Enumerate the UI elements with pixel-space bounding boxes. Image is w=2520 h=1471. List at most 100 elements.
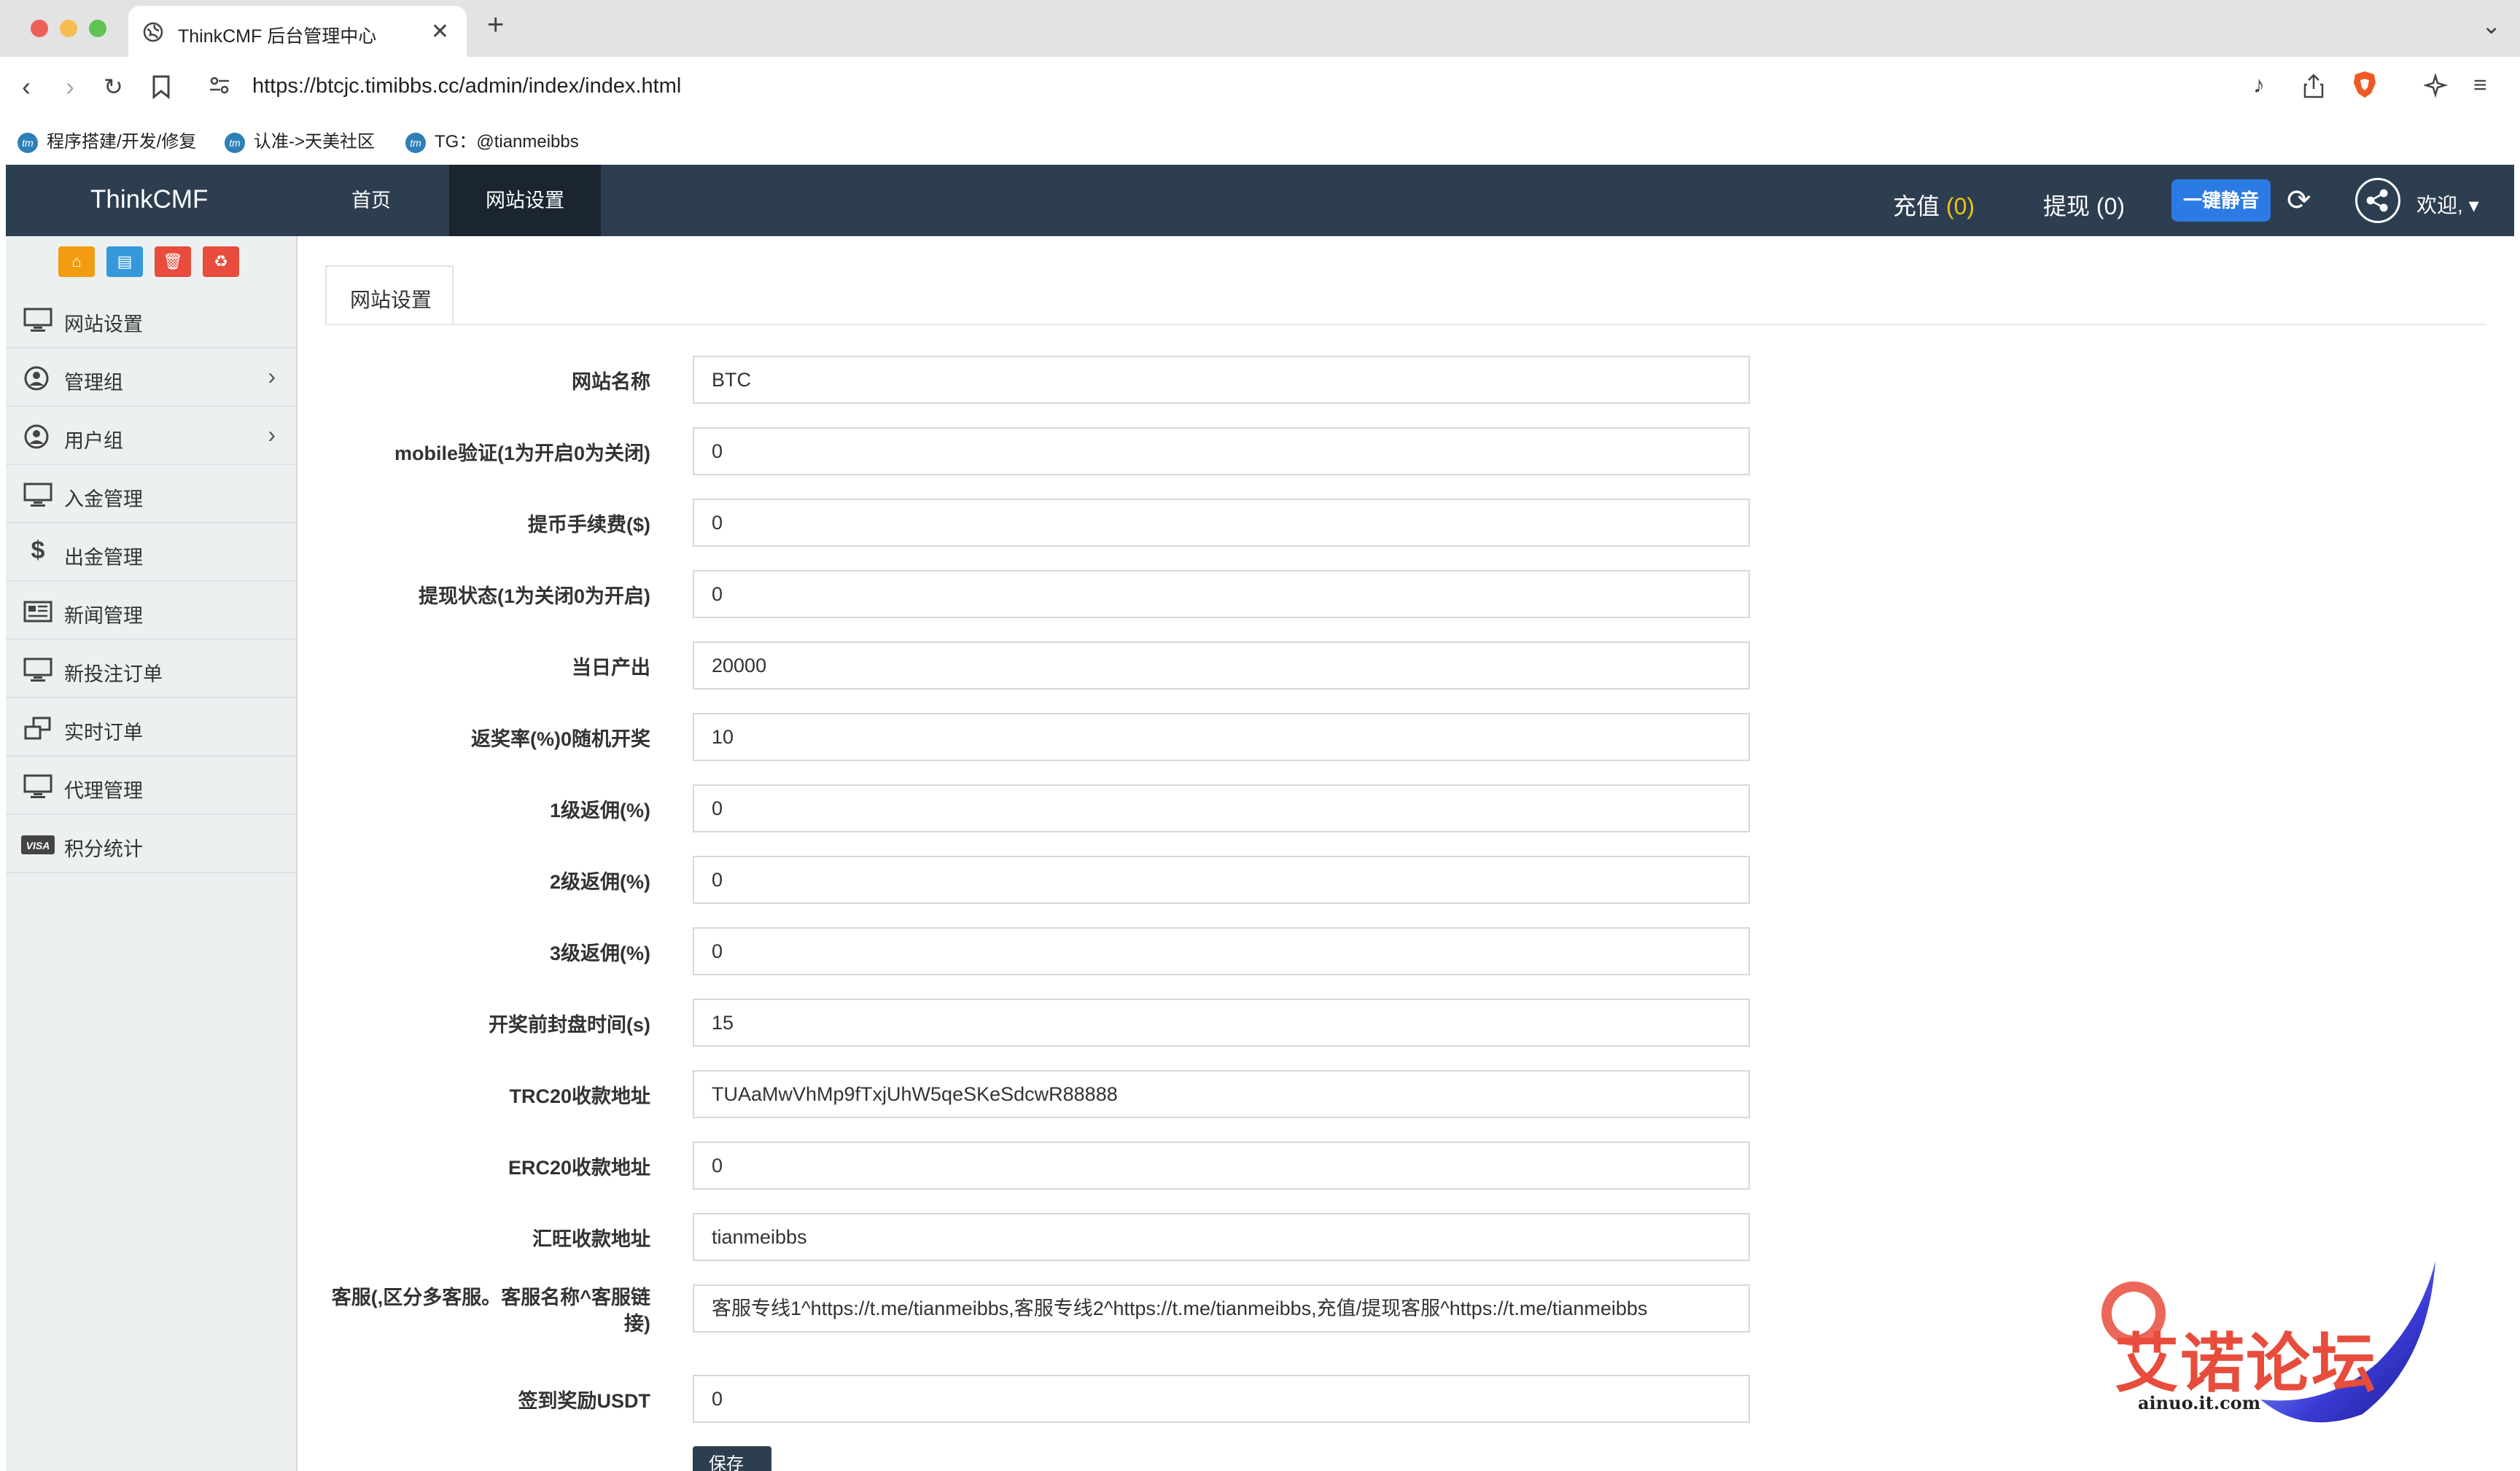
nav-home[interactable]: 首页	[315, 165, 427, 236]
level2-commission-input[interactable]: 0	[693, 856, 1750, 904]
sidebar-item-points[interactable]: VISA 积分统计	[6, 816, 296, 873]
site-logo-icon: tm	[225, 132, 245, 153]
home-icon[interactable]: ⌂	[58, 246, 95, 277]
monitor-icon	[23, 483, 52, 507]
customer-service-input[interactable]: 客服专线1^https://t.me/tianmeibbs,客服专线2^http…	[693, 1284, 1750, 1333]
form-row-huiwang-address: 汇旺收款地址 tianmeibbs	[325, 1213, 1784, 1263]
site-settings-icon[interactable]	[207, 73, 232, 98]
bookmark-item[interactable]: tm TG：@tianmeibbs	[405, 127, 579, 153]
chevron-right-icon: ›	[268, 421, 276, 448]
address-bar[interactable]: https://btcjc.timibbs.cc/admin/index/ind…	[252, 74, 681, 98]
sidebar-item-label: 管理组	[64, 372, 123, 394]
form-row-erc20-address: ERC20收款地址 0	[325, 1142, 1784, 1191]
sidebar-item-label: 新闻管理	[64, 605, 143, 627]
nav-site-settings[interactable]: 网站设置	[449, 165, 601, 236]
browser-toolbar: ‹ › ↻ https://btcjc.timibbs.cc/admin/ind…	[0, 57, 2520, 118]
brave-shield-icon[interactable]	[2352, 70, 2377, 99]
tab-site-settings[interactable]: 网站设置	[325, 265, 454, 325]
huiwang-address-input[interactable]: tianmeibbs	[693, 1213, 1750, 1261]
sidebar-item-site-settings[interactable]: 网站设置	[6, 292, 296, 348]
browser-tab[interactable]: ThinkCMF 后台管理中心 ✕	[128, 6, 467, 57]
new-tab-icon[interactable]: +	[487, 9, 504, 42]
trc20-address-input[interactable]: TUAaMwVhMp9fTxjUhW5qeSKeSdcwR88888	[693, 1070, 1750, 1118]
user-circle-icon	[24, 424, 49, 449]
field-label: mobile验证(1为开启0为关闭)	[394, 442, 650, 464]
sidebar-item-deposit[interactable]: 入金管理	[6, 467, 296, 523]
mobile-verify-input[interactable]: 0	[693, 427, 1750, 475]
field-label: 当日产出	[572, 657, 650, 679]
menu-icon[interactable]: ≡	[2473, 71, 2487, 98]
refresh-icon[interactable]: ⟳	[2287, 184, 2311, 217]
bookmark-item[interactable]: tm 程序搭建/开发/修复	[18, 127, 196, 153]
sidebar-item-news[interactable]: 新闻管理	[6, 583, 296, 640]
form-row-level3-commission: 3级返佣(%) 0	[325, 927, 1784, 977]
level1-commission-input[interactable]: 0	[693, 784, 1750, 832]
level3-commission-input[interactable]: 0	[693, 927, 1750, 975]
sidebar-item-label: 积分统计	[64, 838, 143, 860]
return-rate-input[interactable]: 10	[693, 713, 1750, 761]
browser-tab-bar: ThinkCMF 后台管理中心 ✕ + ⌄	[0, 0, 2520, 57]
watermark-title: 艾诺论坛	[2115, 1325, 2378, 1401]
field-label: 提币手续费($)	[528, 514, 650, 536]
maximize-window-button[interactable]	[89, 20, 106, 37]
field-label: 客服(,区分多客服。客服名称^客服链接)	[331, 1287, 650, 1335]
field-label: ERC20收款地址	[508, 1157, 650, 1179]
sidebar-item-realtime-orders[interactable]: 实时订单	[6, 700, 296, 757]
close-tab-icon[interactable]: ✕	[431, 19, 449, 44]
field-label: 3级返佣(%)	[549, 943, 650, 964]
form-row-site-name: 网站名称 BTC	[325, 356, 1784, 405]
user-circle-icon	[24, 366, 49, 391]
mute-all-button[interactable]: 一键静音	[2171, 179, 2271, 222]
sidebar-item-user-group[interactable]: 用户组 ›	[6, 408, 296, 465]
withdraw-count: (0)	[2096, 193, 2126, 219]
field-label: 开奖前封盘时间(s)	[489, 1014, 650, 1036]
field-label: 提现状态(1为关闭0为开启)	[418, 585, 650, 607]
bookmark-item[interactable]: tm 认准->天美社区	[225, 127, 375, 153]
globe-icon	[143, 22, 163, 42]
form-row-daily-output: 当日产出 20000	[325, 641, 1784, 691]
share-icon[interactable]	[2303, 73, 2325, 99]
sidebar: ⌂ ▤ 🗑 ♻ 网站设置 管理组 › 用户组 › 入金管理 $ 出金管理 新闻管…	[6, 236, 298, 1471]
file-icon[interactable]: ▤	[106, 246, 143, 277]
sidebar-item-label: 出金管理	[64, 547, 143, 569]
sidebar-item-new-bet-orders[interactable]: 新投注订单	[6, 641, 296, 698]
close-time-input[interactable]: 15	[693, 999, 1750, 1047]
forward-icon[interactable]: ›	[66, 71, 74, 102]
recycle-icon[interactable]: ♻	[203, 246, 239, 277]
sidebar-item-agent[interactable]: 代理管理	[6, 758, 296, 815]
chevron-down-icon[interactable]: ⌄	[2481, 12, 2501, 39]
close-window-button[interactable]	[31, 20, 48, 37]
erc20-address-input[interactable]: 0	[693, 1142, 1750, 1190]
bookmark-label: 程序搭建/开发/修复	[47, 132, 197, 152]
tab-divider	[325, 324, 2486, 325]
bookmark-icon[interactable]	[152, 74, 171, 99]
form-row-customer-service: 客服(,区分多客服。客服名称^客服链接) 客服专线1^https://t.me/…	[325, 1284, 1784, 1357]
form-row-close-time: 开奖前封盘时间(s) 15	[325, 999, 1784, 1048]
save-button[interactable]: 保存	[693, 1446, 771, 1471]
withdraw-status-input[interactable]: 0	[693, 570, 1750, 618]
site-logo-icon: tm	[405, 132, 426, 153]
recharge-indicator[interactable]: 充值 (0)	[1893, 188, 1975, 222]
sidebar-item-withdrawal[interactable]: $ 出金管理	[6, 525, 296, 582]
sidebar-item-admin-group[interactable]: 管理组 ›	[6, 350, 296, 407]
trash-icon[interactable]: 🗑	[155, 246, 191, 277]
sidebar-item-label: 代理管理	[64, 780, 143, 802]
signin-reward-input[interactable]: 0	[693, 1375, 1750, 1423]
form-row-withdraw-status: 提现状态(1为关闭0为开启) 0	[325, 570, 1784, 620]
bookmark-label: TG：@tianmeibbs	[435, 132, 579, 152]
back-icon[interactable]: ‹	[22, 71, 31, 102]
avatar[interactable]	[2355, 178, 2400, 223]
withdraw-indicator[interactable]: 提现 (0)	[2043, 188, 2125, 222]
watermark-subtitle: ainuo.it.com	[2138, 1392, 2261, 1413]
minimize-window-button[interactable]	[60, 20, 77, 37]
site-name-input[interactable]: BTC	[693, 356, 1750, 404]
brand-logo[interactable]: ThinkCMF	[90, 185, 208, 214]
reload-icon[interactable]: ↻	[104, 73, 123, 101]
user-menu[interactable]: 欢迎, ▾	[2416, 190, 2479, 219]
daily-output-input[interactable]: 20000	[693, 641, 1750, 690]
withdraw-fee-input[interactable]: 0	[693, 499, 1750, 547]
media-icon[interactable]: ♪	[2253, 71, 2265, 98]
field-label: 返奖率(%)0随机开奖	[470, 728, 650, 750]
monitor-icon	[23, 658, 52, 682]
ai-sparkle-icon[interactable]	[2424, 73, 2450, 99]
